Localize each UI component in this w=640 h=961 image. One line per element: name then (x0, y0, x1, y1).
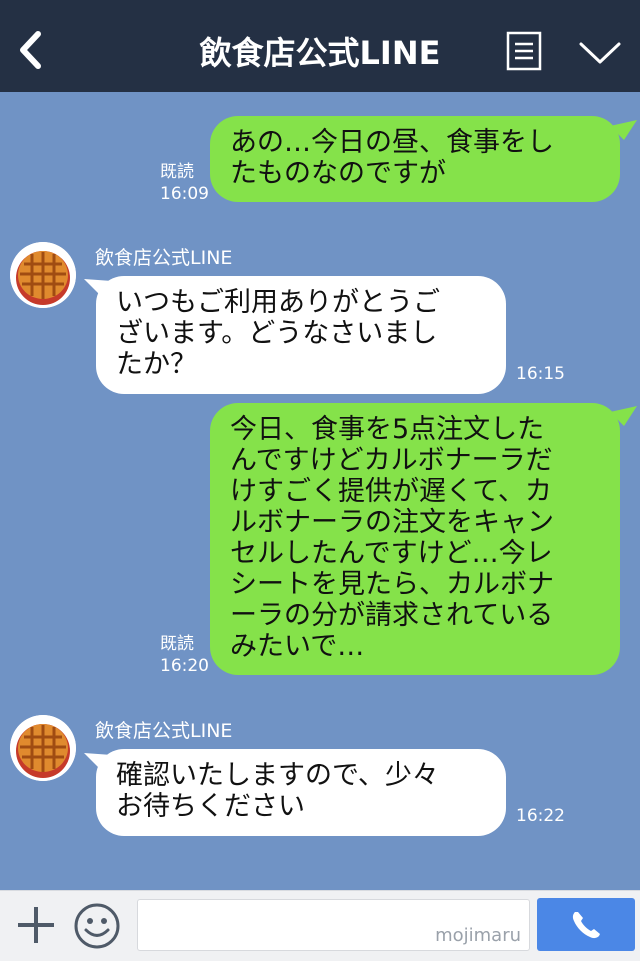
message-time: 16:09 (160, 184, 209, 204)
read-receipt: 既読 (160, 162, 194, 182)
incoming-message-bubble[interactable]: 確認いたしますので、少々 お待ちください (96, 749, 506, 836)
pie-icon (10, 242, 76, 308)
input-bar: mojimaru (0, 890, 640, 961)
avatar[interactable] (10, 715, 76, 781)
call-button[interactable] (537, 898, 635, 951)
message-time: 16:22 (516, 806, 565, 826)
smiley-icon[interactable] (74, 903, 120, 949)
sender-name: 飲食店公式LINE (95, 247, 233, 269)
message-text: いつもご利用ありがとうご ざいます。どうなさいまし たか？ (116, 287, 440, 380)
chat-title: 飲食店公式LINE (199, 34, 441, 72)
outgoing-message-bubble[interactable]: 今日、食事を5点注文した んですけどカルボナーラだ けすごく提供が遅くて、カ ル… (210, 403, 620, 675)
incoming-message-bubble[interactable]: いつもご利用ありがとうご ざいます。どうなさいまし たか？ (96, 276, 506, 394)
top-bar: 飲食店公式LINE (0, 0, 640, 92)
bubble-tail (610, 120, 637, 140)
plus-icon[interactable] (16, 905, 56, 945)
read-receipt: 既読 (160, 634, 194, 654)
outgoing-message-bubble[interactable]: あの…今日の昼、食事をし たものなのですが (210, 116, 620, 202)
chat-area[interactable]: 既読 16:09 あの…今日の昼、食事をし たものなのですが 飲食店公式LINE… (0, 92, 640, 890)
message-input[interactable]: mojimaru (137, 899, 530, 951)
message-time: 16:20 (160, 656, 209, 676)
chevron-down-icon[interactable] (578, 40, 622, 66)
list-icon[interactable] (506, 31, 542, 71)
avatar[interactable] (10, 242, 76, 308)
message-text: 今日、食事を5点注文した んですけどカルボナーラだ けすごく提供が遅くて、カ ル… (230, 414, 554, 662)
sender-name: 飲食店公式LINE (95, 720, 233, 742)
message-text: あの…今日の昼、食事をし たものなのですが (230, 127, 554, 189)
message-meta: 既読 16:09 (160, 161, 209, 205)
message-meta: 既読 16:20 (160, 633, 209, 677)
watermark: mojimaru (435, 925, 521, 946)
message-text: 確認いたしますので、少々 お待ちください (116, 760, 439, 822)
pie-icon (10, 715, 76, 781)
message-time: 16:15 (516, 364, 565, 384)
phone-icon (572, 912, 600, 939)
bubble-tail (610, 406, 637, 426)
